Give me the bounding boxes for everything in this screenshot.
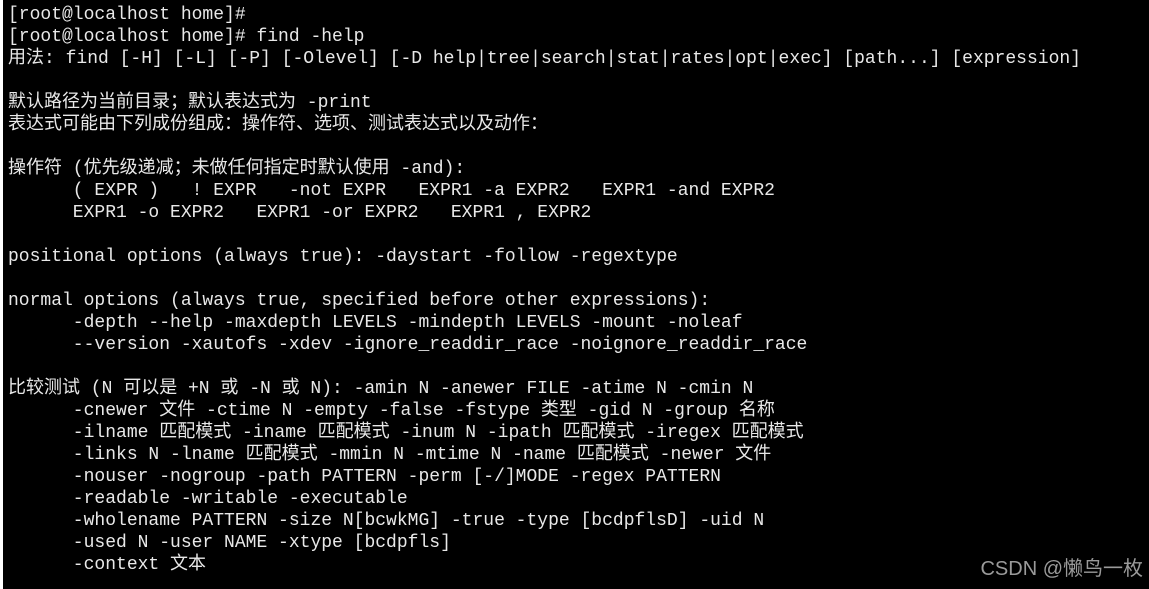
terminal-line: 操作符 (优先级递减；未做任何指定时默认使用 -and):: [8, 159, 466, 179]
terminal-line: normal options (always true, specified b…: [8, 291, 711, 311]
terminal-window[interactable]: [root@localhost home]# [root@localhost ho…: [3, 0, 1149, 589]
terminal-line: 比较测试 (N 可以是 +N 或 -N 或 N): -amin N -anewe…: [8, 379, 754, 399]
terminal-line: -nouser -nogroup -path PATTERN -perm [-/…: [8, 467, 721, 487]
terminal-line: -cnewer 文件 -ctime N -empty -false -fstyp…: [8, 401, 775, 421]
terminal-line: --version -xautofs -xdev -ignore_readdir…: [8, 335, 808, 355]
watermark: CSDN @懒鸟一枚: [980, 558, 1143, 580]
terminal-line: 默认路径为当前目录；默认表达式为 -print: [8, 93, 372, 113]
terminal-output: [root@localhost home]# [root@localhost ho…: [8, 4, 1081, 576]
terminal-line: -wholename PATTERN -size N[bcwkMG] -true…: [8, 511, 765, 531]
terminal-line: ( EXPR ) ! EXPR -not EXPR EXPR1 -a EXPR2…: [8, 181, 775, 201]
terminal-line: -depth --help -maxdepth LEVELS -mindepth…: [8, 313, 743, 333]
terminal-line: 表达式可能由下列成份组成：操作符、选项、测试表达式以及动作：: [8, 115, 548, 135]
terminal-line: 用法: find [-H] [-L] [-P] [-Olevel] [-D he…: [8, 49, 1081, 69]
terminal-line: EXPR1 -o EXPR2 EXPR1 -or EXPR2 EXPR1 , E…: [8, 203, 592, 223]
terminal-line: -used N -user NAME -xtype [bcdpfls]: [8, 533, 451, 553]
terminal-line: -readable -writable -executable: [8, 489, 408, 509]
terminal-line: [root@localhost home]#: [8, 5, 246, 25]
terminal-line: [root@localhost home]# find -help: [8, 27, 365, 47]
terminal-line: -ilname 匹配模式 -iname 匹配模式 -inum N -ipath …: [8, 423, 804, 443]
terminal-line: -links N -lname 匹配模式 -mmin N -mtime N -n…: [8, 445, 772, 465]
terminal-line: positional options (always true): -dayst…: [8, 247, 678, 267]
terminal-line: -context 文本: [8, 555, 207, 575]
